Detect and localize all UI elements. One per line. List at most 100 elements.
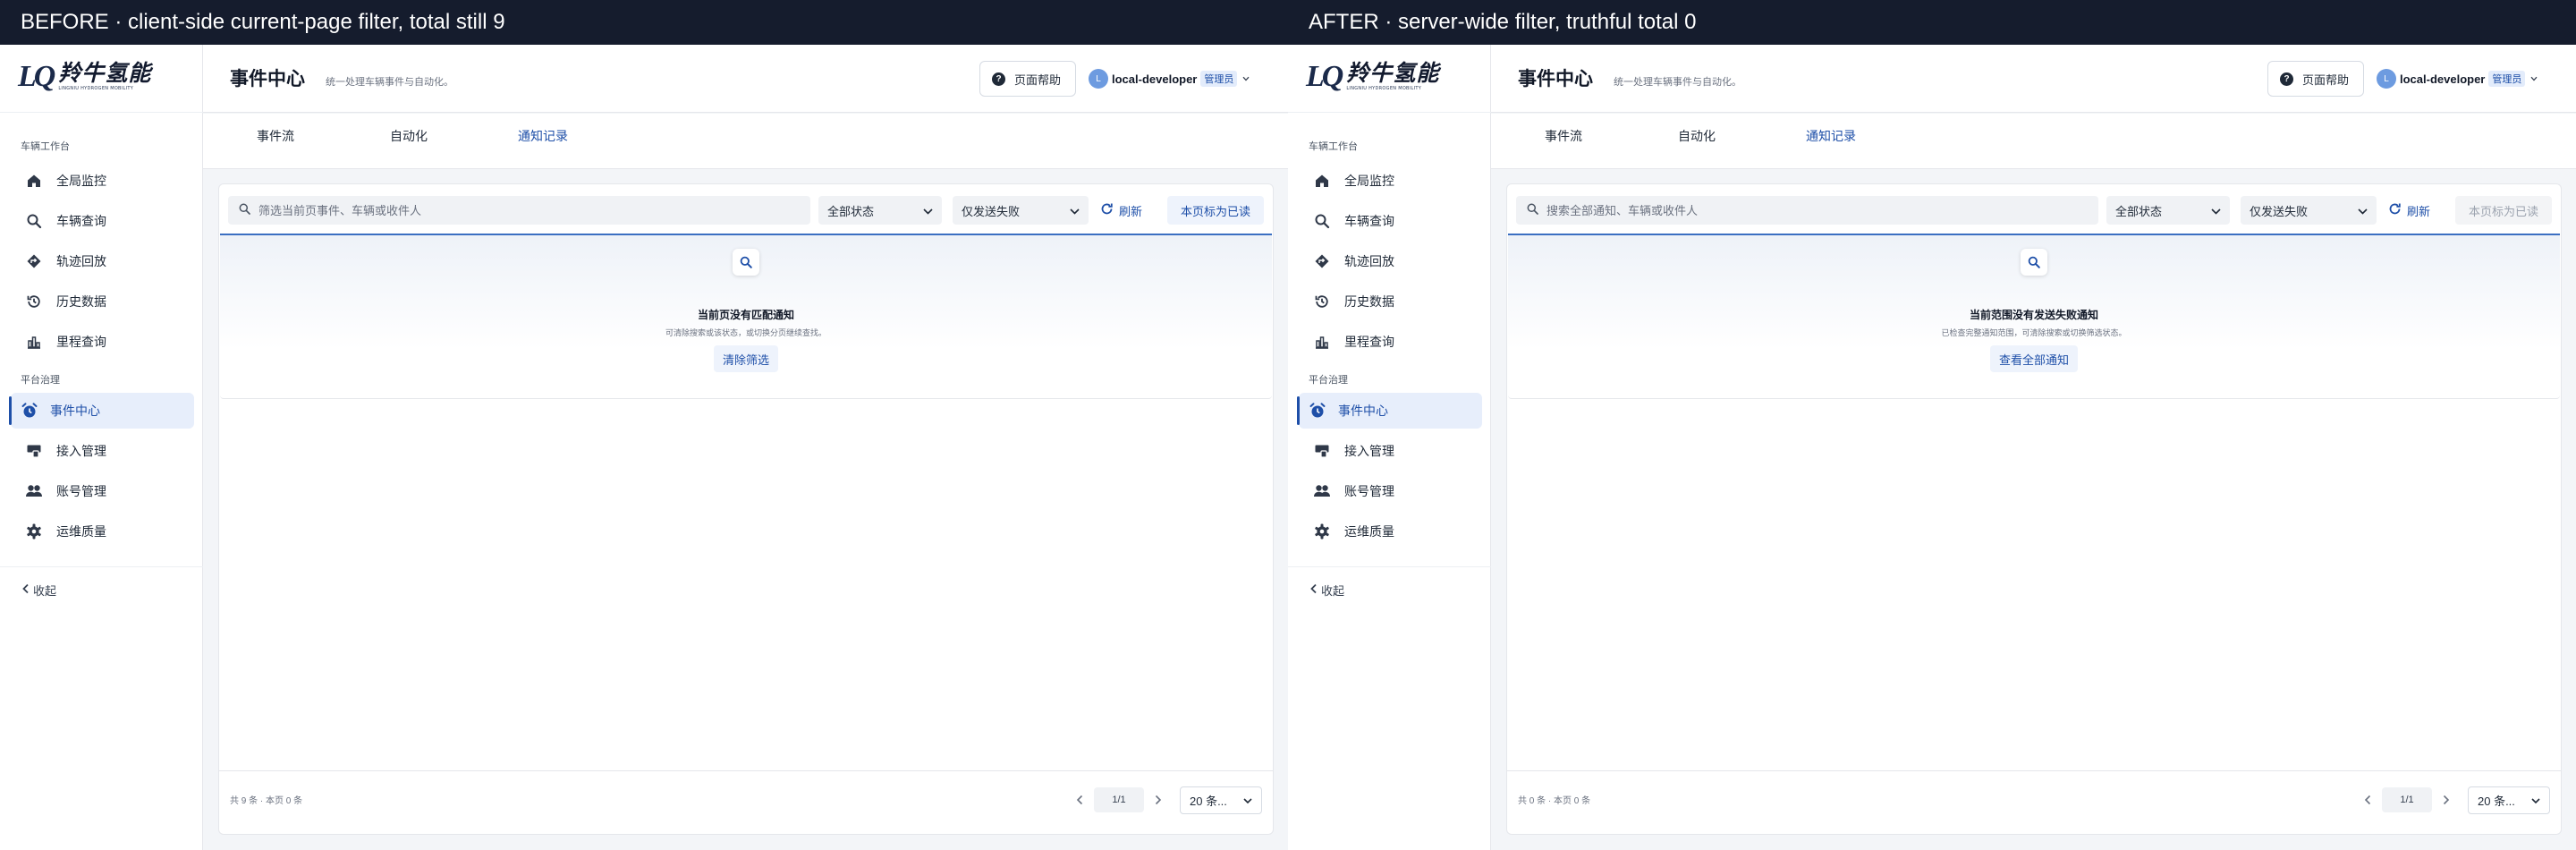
empty-state-action-button[interactable]: 查看全部通知: [1990, 345, 2079, 372]
tab-automation[interactable]: 自动化: [390, 114, 428, 169]
page-help-button[interactable]: ? 页面帮助: [979, 61, 1076, 97]
users-icon: [24, 481, 44, 501]
empty-state-action-button[interactable]: 清除筛选: [714, 345, 779, 372]
sidebar-item-mileage-query[interactable]: 里程查询: [11, 324, 194, 360]
sidebar: LQ 羚牛氢能 LINGNIU HYDROGEN MOBILITY 车辆工作台 …: [0, 45, 203, 850]
brand-logo[interactable]: LQ 羚牛氢能 LINGNIU HYDROGEN MOBILITY: [1306, 59, 1439, 95]
sidebar-item-global-monitor[interactable]: 全局监控: [11, 163, 194, 199]
sidebar-item-label: 里程查询: [1344, 335, 1394, 349]
tab-event-stream[interactable]: 事件流: [1545, 114, 1582, 169]
nav-group-platform-governance: 平台治理: [21, 375, 60, 386]
page-help-button[interactable]: ? 页面帮助: [2267, 61, 2364, 97]
comparison-banner: AFTER · server-wide filter, truthful tot…: [1288, 0, 2576, 45]
role-badge: 管理员: [1200, 71, 1238, 87]
role-badge: 管理员: [2488, 71, 2526, 87]
sidebar-item-track-playback[interactable]: 轨迹回放: [11, 243, 194, 279]
search-input[interactable]: [258, 203, 795, 217]
users-icon: [1312, 481, 1332, 501]
pagination-bar: 共 9 条 · 本页 0 条 1/1 20 条...: [219, 770, 1273, 835]
sidebar-item-event-center[interactable]: 事件中心: [9, 393, 194, 429]
sidebar-item-label: 车辆查询: [1344, 214, 1394, 228]
prev-page-button[interactable]: [1070, 786, 1089, 813]
refresh-button[interactable]: 刷新: [1100, 196, 1142, 225]
tab-automation[interactable]: 自动化: [1678, 114, 1716, 169]
question-icon: ?: [992, 72, 1005, 86]
next-page-button[interactable]: [2436, 786, 2456, 813]
status-select[interactable]: 全部状态: [2106, 196, 2230, 225]
sidebar-item-global-monitor[interactable]: 全局监控: [1299, 163, 1482, 199]
search-icon: [1312, 211, 1332, 231]
access-icon: [24, 441, 44, 461]
sidebar-item-vehicle-query[interactable]: 车辆查询: [11, 203, 194, 239]
divider: [0, 566, 203, 567]
page-size-select[interactable]: 20 条...: [2468, 786, 2550, 814]
page-title: 事件中心: [1518, 69, 1593, 89]
sidebar-item-account-management[interactable]: 账号管理: [11, 473, 194, 509]
page-indicator[interactable]: 1/1: [2382, 787, 2432, 812]
search-icon: [24, 211, 44, 231]
page-indicator[interactable]: 1/1: [1094, 787, 1144, 812]
sidebar-item-mileage-query[interactable]: 里程查询: [1299, 324, 1482, 360]
notification-records-card: 全部状态 仅发送失败 刷新 本页标为已读 当前页没有匹配通知 可清除搜索或该状态…: [218, 183, 1274, 835]
delivery-status-select[interactable]: 仅发送失败: [953, 196, 1089, 225]
sidebar-item-vehicle-query[interactable]: 车辆查询: [1299, 203, 1482, 239]
total-count: 共 9 条 · 本页 0 条: [230, 796, 303, 806]
logo-tagline: LINGNIU HYDROGEN MOBILITY: [1346, 85, 1422, 91]
prev-page-button[interactable]: [2358, 786, 2377, 813]
empty-state: 当前页没有匹配通知 可清除搜索或该状态，或切换分页继续查找。 清除筛选: [220, 234, 1272, 399]
user-name: local-developer: [1112, 72, 1198, 86]
access-icon: [1312, 441, 1332, 461]
user-name: local-developer: [2400, 72, 2486, 86]
home-icon: [24, 171, 44, 191]
search-box[interactable]: [1516, 196, 2098, 225]
sidebar-item-label: 全局监控: [1344, 174, 1394, 188]
delivery-select-value: 仅发送失败: [2250, 204, 2309, 218]
collapse-sidebar-button[interactable]: 收起: [1309, 582, 1344, 599]
collapse-label: 收起: [1321, 584, 1345, 598]
mark-page-read-button: 本页标为已读: [2455, 196, 2552, 225]
notification-records-card: 全部状态 仅发送失败 刷新 本页标为已读 当前范围没有发送失败通知 已检查完整通…: [1506, 183, 2562, 835]
sidebar-item-access-management[interactable]: 接入管理: [11, 433, 194, 469]
search-input[interactable]: [1546, 203, 2083, 217]
avatar: L: [1089, 69, 1108, 89]
user-menu[interactable]: L local-developer 管理员: [1089, 68, 1250, 89]
sidebar-item-ops-quality[interactable]: 运维质量: [11, 514, 194, 549]
status-select[interactable]: 全部状态: [818, 196, 942, 225]
chevron-down-icon: [2211, 204, 2221, 217]
tab-event-stream[interactable]: 事件流: [257, 114, 294, 169]
empty-state: 当前范围没有发送失败通知 已检查完整通知范围，可清除搜索或切换筛选状态。 查看全…: [1508, 234, 2560, 399]
page-size-select[interactable]: 20 条...: [1180, 786, 1262, 814]
page-subtitle: 统一处理车辆事件与自动化。: [1614, 77, 1741, 88]
divider: [1288, 112, 1491, 113]
page-subtitle: 统一处理车辆事件与自动化。: [326, 77, 453, 88]
refresh-label: 刷新: [2407, 204, 2431, 218]
refresh-button[interactable]: 刷新: [2388, 196, 2430, 225]
user-menu[interactable]: L local-developer 管理员: [2377, 68, 2538, 89]
nav-group-vehicle-workbench: 车辆工作台: [1309, 141, 1358, 152]
sidebar-item-track-playback[interactable]: 轨迹回放: [1299, 243, 1482, 279]
route-icon: [24, 251, 44, 271]
next-page-button[interactable]: [1148, 786, 1168, 813]
sidebar-item-history-data[interactable]: 历史数据: [1299, 284, 1482, 319]
collapse-sidebar-button[interactable]: 收起: [21, 582, 56, 599]
sidebar-item-access-management[interactable]: 接入管理: [1299, 433, 1482, 469]
sidebar-item-ops-quality[interactable]: 运维质量: [1299, 514, 1482, 549]
search-box[interactable]: [228, 196, 810, 225]
sidebar-item-event-center[interactable]: 事件中心: [1297, 393, 1482, 429]
tab-bar: 事件流 自动化 通知记录: [1491, 114, 2576, 169]
delivery-status-select[interactable]: 仅发送失败: [2241, 196, 2377, 225]
tab-notification-records[interactable]: 通知记录: [1806, 114, 1856, 169]
mark-page-read-button[interactable]: 本页标为已读: [1167, 196, 1264, 225]
sidebar-item-history-data[interactable]: 历史数据: [11, 284, 194, 319]
comparison-banner: BEFORE · client-side current-page filter…: [0, 0, 1288, 45]
chevron-down-icon: [1243, 794, 1252, 807]
bar-chart-icon: [1312, 332, 1332, 352]
history-icon: [1312, 292, 1332, 311]
brand-logo[interactable]: LQ 羚牛氢能 LINGNIU HYDROGEN MOBILITY: [18, 59, 151, 95]
empty-search-icon: [733, 249, 759, 276]
sidebar-item-account-management[interactable]: 账号管理: [1299, 473, 1482, 509]
home-icon: [1312, 171, 1332, 191]
chevron-right-icon: [1155, 792, 1162, 809]
search-icon: [239, 203, 250, 217]
tab-notification-records[interactable]: 通知记录: [518, 114, 568, 169]
